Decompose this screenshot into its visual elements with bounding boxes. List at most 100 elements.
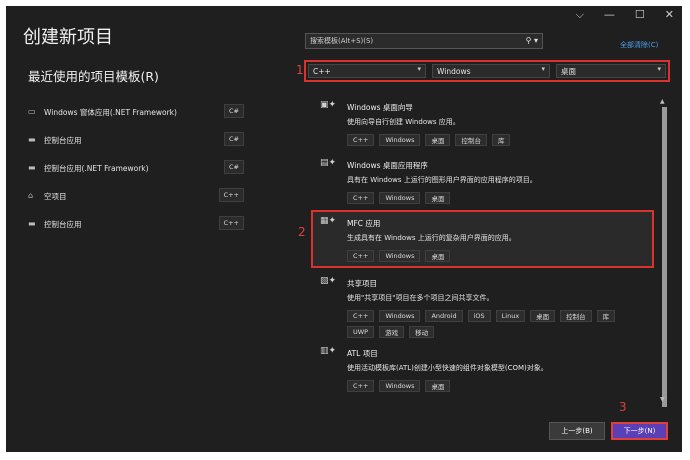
template-tags: C++ Windows 桌面 (347, 380, 647, 392)
chevron-down-icon: ▾ (417, 65, 421, 73)
language-tag: C# (224, 160, 244, 174)
desktop-app-icon: ▤✦ (320, 158, 337, 168)
template-item[interactable]: ▣✦ Windows 桌面向导 使用向导自行创建 Windows 应用。 C++… (302, 92, 652, 152)
tag: 控制台 (455, 134, 487, 146)
tag: 库 (596, 310, 616, 322)
tag: Linux (495, 310, 526, 322)
template-list-scrollbar[interactable]: ▲ ▼ (660, 98, 669, 407)
platform-filter-value: Windows (437, 66, 471, 76)
create-project-window: ⌵ — ☐ ✕ 创建新项目 最近使用的项目模板(R) ▭ Windows 窗体应… (6, 6, 682, 452)
form-icon: ▭ (28, 107, 36, 116)
tag: 桌面 (530, 310, 556, 322)
language-tag: C++ (218, 188, 244, 202)
template-description: 具有在 Windows 上运行的图形用户界面的应用程序的项目。 (347, 176, 537, 184)
maximize-icon[interactable]: ☐ (635, 8, 645, 22)
close-icon[interactable]: ✕ (665, 8, 674, 22)
recent-templates-heading: 最近使用的项目模板(R) (28, 69, 159, 84)
tag: Windows (379, 134, 421, 146)
annotation-number: 3 (619, 400, 627, 414)
console-icon: ▬ (28, 135, 36, 144)
recent-item-console-cpp[interactable]: ▬ 控制台应用 C++ (28, 210, 248, 238)
page-title: 创建新项目 (23, 27, 113, 48)
shared-project-icon: ▧✦ (320, 276, 337, 286)
recent-templates-list: ▭ Windows 窗体应用(.NET Framework) C# ▬ 控制台应… (28, 98, 248, 238)
mfc-app-icon: ▦✦ (320, 216, 337, 226)
template-name: 共享项目 (347, 279, 377, 288)
recent-item-label: 控制台应用(.NET Framework) (44, 163, 149, 173)
template-description: 使用向导自行创建 Windows 应用。 (347, 118, 460, 126)
template-name: Windows 桌面向导 (347, 103, 413, 112)
template-description: 生成具有在 Windows 上运行的复杂用户界面的应用。 (347, 234, 516, 242)
recent-item-console-cs[interactable]: ▬ 控制台应用 C# (28, 126, 248, 154)
tag: iOS (467, 310, 491, 322)
platform-filter-dropdown[interactable]: Windows ▾ (432, 64, 550, 78)
template-description: 使用活动模板库(ATL)创建小型快速的组件对象模型(COM)对象。 (347, 364, 548, 372)
template-description: 使用"共享项目"项目在多个项目之间共享文件。 (347, 294, 494, 302)
language-tag: C# (224, 104, 244, 118)
template-item[interactable]: ▥✦ ATL 项目 使用活动模板库(ATL)创建小型快速的组件对象模型(COM)… (302, 338, 652, 398)
template-item[interactable]: ▧✦ 共享项目 使用"共享项目"项目在多个项目之间共享文件。 C++ Windo… (302, 268, 652, 346)
template-item[interactable]: ▤✦ Windows 桌面应用程序 具有在 Windows 上运行的图形用户界面… (302, 150, 652, 208)
chevron-down-icon: ▾ (541, 65, 545, 73)
search-placeholder: 搜索模板(Alt+S)(S) (310, 37, 374, 45)
tag: Windows (379, 310, 421, 322)
tag: 库 (491, 134, 511, 146)
tag: 控制台 (560, 310, 592, 322)
template-name: ATL 项目 (347, 349, 378, 358)
chevron-down-icon: ▾ (657, 65, 661, 73)
back-button[interactable]: 上一步(B) (549, 422, 605, 440)
tag: C++ (347, 380, 375, 392)
search-icon[interactable]: ⚲ ▾ (526, 36, 538, 45)
tag: Windows (379, 380, 421, 392)
recent-item-label: 控制台应用 (44, 135, 82, 145)
scrollbar-thumb[interactable] (662, 107, 667, 407)
minimize-icon[interactable]: — (604, 8, 615, 22)
tag: Windows (379, 192, 421, 204)
tag: 桌面 (425, 134, 451, 146)
tag: 游戏 (379, 326, 405, 338)
tag: 桌面 (425, 250, 451, 262)
template-list: ▣✦ Windows 桌面向导 使用向导自行创建 Windows 应用。 C++… (302, 92, 652, 404)
scroll-down-icon[interactable]: ▼ (660, 396, 665, 403)
template-name: Windows 桌面应用程序 (347, 161, 428, 170)
project-type-filter-value: 桌面 (561, 66, 576, 76)
atl-project-icon: ▥✦ (320, 346, 337, 356)
tag: C++ (347, 192, 375, 204)
tag: Android (425, 310, 463, 322)
tag: 桌面 (425, 380, 451, 392)
chevron-down-icon[interactable]: ⌵ (576, 8, 584, 22)
recent-item-empty-project[interactable]: ⌂ 空项目 C++ (28, 182, 248, 210)
console-icon: ▬ (28, 163, 36, 172)
scroll-up-icon[interactable]: ▲ (660, 98, 665, 105)
search-input[interactable]: 搜索模板(Alt+S)(S) ⚲ ▾ (305, 33, 543, 49)
recent-item-console-netfx[interactable]: ▬ 控制台应用(.NET Framework) C# (28, 154, 248, 182)
next-button[interactable]: 下一步(N) (611, 422, 668, 440)
template-item-mfc-selected[interactable]: ▦✦ MFC 应用 生成具有在 Windows 上运行的复杂用户界面的应用。 C… (302, 208, 652, 266)
wizard-icon: ▣✦ (320, 100, 337, 110)
language-filter-value: C++ (313, 66, 331, 76)
tag: Windows (379, 250, 421, 262)
project-type-filter-dropdown[interactable]: 桌面 ▾ (556, 64, 666, 78)
language-filter-dropdown[interactable]: C++ ▾ (308, 64, 426, 78)
tag: 桌面 (425, 192, 451, 204)
template-tags: C++ Windows 桌面 控制台 库 (347, 134, 647, 146)
window-controls: ⌵ — ☐ ✕ (576, 8, 674, 22)
recent-item-label: 空项目 (44, 191, 67, 201)
language-tag: C# (224, 132, 244, 146)
recent-item-label: Windows 窗体应用(.NET Framework) (44, 107, 177, 117)
tag: UWP (347, 326, 375, 338)
clear-all-link[interactable]: 全部清除(C) (620, 40, 658, 50)
recent-item-winforms[interactable]: ▭ Windows 窗体应用(.NET Framework) C# (28, 98, 248, 126)
empty-project-icon: ⌂ (28, 191, 34, 200)
filter-bar: C++ ▾ Windows ▾ 桌面 ▾ (304, 60, 670, 82)
template-tags: C++ Windows Android iOS Linux 桌面 控制台 库 U… (347, 310, 647, 338)
template-tags: C++ Windows 桌面 (347, 250, 647, 262)
template-tags: C++ Windows 桌面 (347, 192, 647, 204)
annotation-number: 1 (296, 63, 304, 77)
tag: C++ (347, 250, 375, 262)
tag: C++ (347, 310, 375, 322)
recent-item-label: 控制台应用 (44, 219, 82, 229)
language-tag: C++ (218, 216, 244, 230)
template-name: MFC 应用 (347, 219, 381, 228)
console-icon: ▬ (28, 219, 36, 228)
